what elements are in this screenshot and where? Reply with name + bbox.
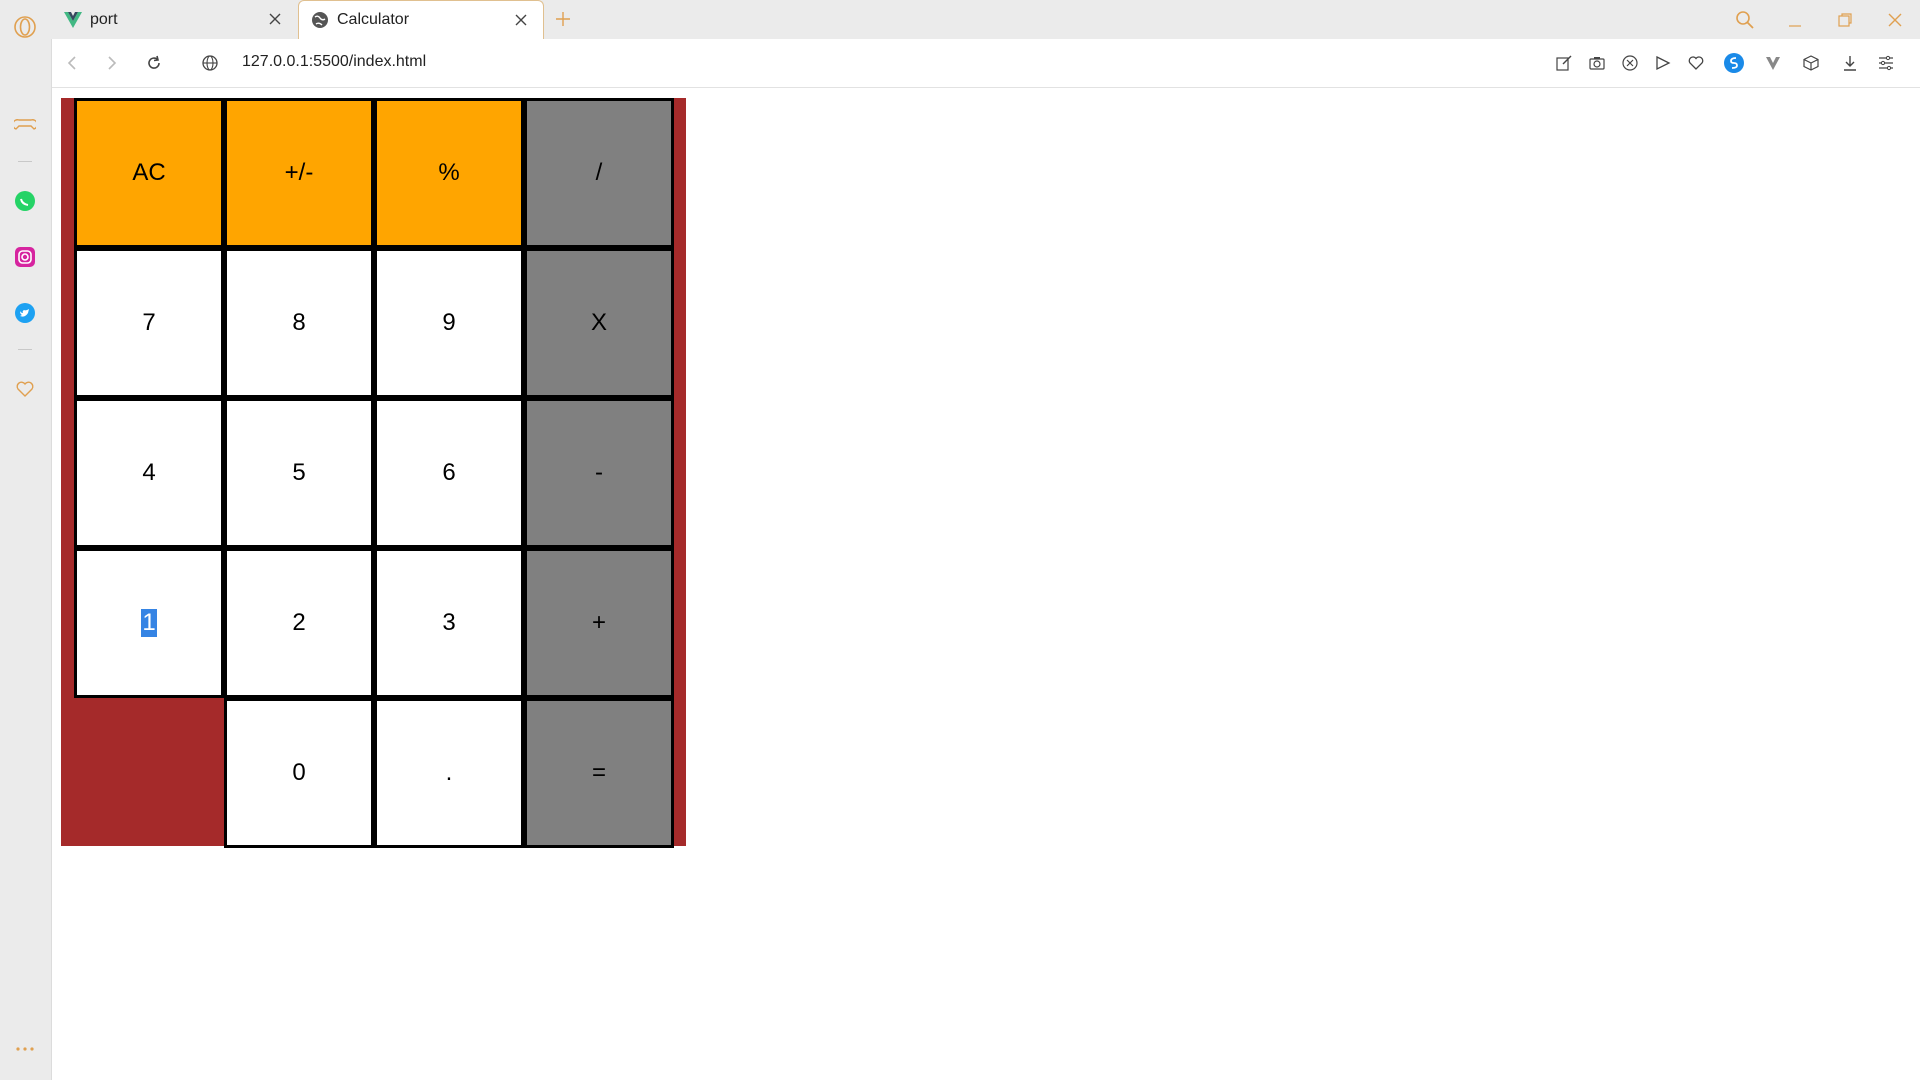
minimize-icon[interactable] — [1780, 6, 1810, 34]
close-tab-icon[interactable] — [265, 9, 285, 29]
sidebar-divider — [18, 161, 32, 162]
favorites-heart-icon[interactable] — [12, 376, 38, 402]
edit-icon[interactable] — [1552, 51, 1576, 75]
key-label: 4 — [142, 459, 156, 486]
digit-8-button[interactable]: 8 — [224, 248, 374, 398]
percent-button[interactable]: % — [374, 98, 524, 248]
settings-menu-icon[interactable] — [1874, 51, 1898, 75]
key-label: . — [445, 759, 453, 786]
clear-button[interactable]: AC — [74, 98, 224, 248]
key-label: / — [595, 159, 603, 186]
key-label: 6 — [442, 459, 456, 486]
digit-1-button[interactable]: 1 — [74, 548, 224, 698]
digit-5-button[interactable]: 5 — [224, 398, 374, 548]
gamepad-icon[interactable] — [12, 112, 38, 138]
new-tab-icon[interactable] — [552, 8, 574, 30]
calculator-keypad: AC +/-% / 7 8 9 X 4 5 6 - 1 2 3 +0. = — [74, 98, 674, 848]
key-label: +/- — [284, 159, 314, 186]
digit-6-button[interactable]: 6 — [374, 398, 524, 548]
subtract-button[interactable]: - — [524, 398, 674, 548]
globe-icon — [311, 11, 329, 29]
cube-icon[interactable] — [1799, 51, 1823, 75]
digit-7-button[interactable]: 7 — [74, 248, 224, 398]
adblock-icon[interactable] — [1618, 51, 1642, 75]
twitter-icon[interactable] — [12, 300, 38, 326]
opera-logo-icon[interactable] — [12, 14, 38, 40]
whatsapp-icon[interactable] — [12, 188, 38, 214]
url-field[interactable]: 127.0.0.1:5500/index.html — [242, 53, 426, 71]
tab-port[interactable]: port — [52, 0, 297, 39]
key-label: AC — [132, 159, 166, 186]
sidebar — [0, 39, 52, 1080]
close-tab-icon[interactable] — [511, 10, 531, 30]
address-bar: 127.0.0.1:5500/index.html — [52, 39, 1920, 88]
send-icon[interactable] — [1651, 51, 1675, 75]
digit-9-button[interactable]: 9 — [374, 248, 524, 398]
decimal-button[interactable]: . — [374, 698, 524, 848]
download-icon[interactable] — [1838, 51, 1862, 75]
divide-button[interactable]: / — [524, 98, 674, 248]
key-label: 5 — [292, 459, 306, 486]
more-icon[interactable] — [12, 1036, 38, 1062]
reload-icon[interactable] — [142, 51, 166, 75]
sidebar-divider — [18, 349, 32, 350]
camera-icon[interactable] — [1585, 51, 1609, 75]
equals-button[interactable]: = — [524, 698, 674, 848]
vue-icon — [64, 11, 82, 29]
key-label: 2 — [292, 609, 306, 636]
calculator: AC +/-% / 7 8 9 X 4 5 6 - 1 2 3 +0. = — [61, 98, 686, 848]
page-viewport: AC +/-% / 7 8 9 X 4 5 6 - 1 2 3 +0. = — [52, 88, 1920, 1080]
site-info-icon[interactable] — [198, 51, 222, 75]
toggle-sign-button[interactable]: +/- — [224, 98, 374, 248]
tab-label: Calculator — [337, 11, 410, 28]
key-label: 0 — [292, 759, 306, 786]
digit-3-button[interactable]: 3 — [374, 548, 524, 698]
back-icon[interactable] — [60, 51, 84, 75]
key-label: 1 — [141, 609, 157, 637]
key-label: + — [591, 609, 606, 636]
tab-bar: port Calculator — [0, 0, 1920, 39]
add-button[interactable]: + — [524, 548, 674, 698]
key-label: 8 — [292, 309, 306, 336]
digit-2-button[interactable]: 2 — [224, 548, 374, 698]
instagram-icon[interactable] — [12, 244, 38, 270]
digit-4-button[interactable]: 4 — [74, 398, 224, 548]
heart-icon[interactable] — [1684, 51, 1708, 75]
key-label: 3 — [442, 609, 456, 636]
key-label: - — [595, 459, 603, 486]
shazam-icon[interactable] — [1722, 51, 1746, 75]
multiply-button[interactable]: X — [524, 248, 674, 398]
tab-label: port — [90, 10, 118, 28]
keypad-empty-cell — [74, 698, 224, 848]
digit-0-button[interactable]: 0 — [224, 698, 374, 848]
key-label: = — [591, 759, 606, 786]
search-tabs-icon[interactable] — [1730, 6, 1760, 34]
vpn-icon[interactable] — [1761, 51, 1785, 75]
key-label: % — [438, 159, 460, 186]
restore-icon[interactable] — [1830, 6, 1860, 34]
key-label: 9 — [442, 309, 456, 336]
tab-calculator[interactable]: Calculator — [298, 0, 544, 39]
key-label: 7 — [142, 309, 156, 336]
close-window-icon[interactable] — [1880, 6, 1910, 34]
forward-icon[interactable] — [100, 51, 124, 75]
key-label: X — [590, 309, 607, 336]
